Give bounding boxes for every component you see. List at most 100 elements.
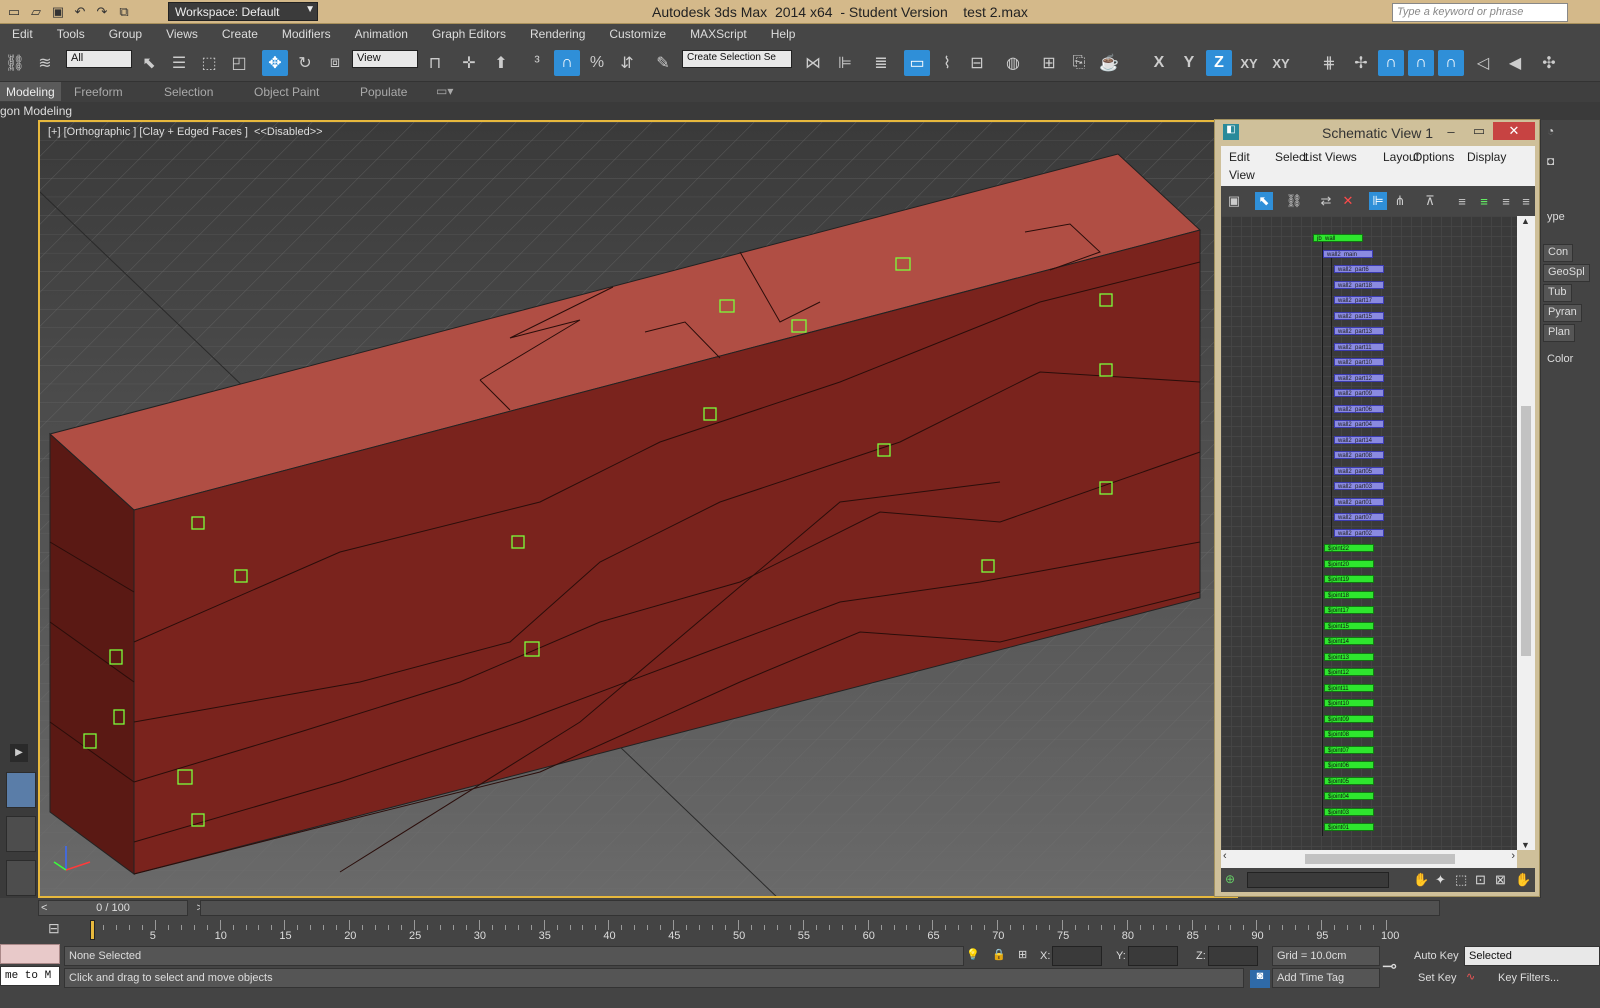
preferences-icon[interactable]: ⊼ [1421,192,1439,210]
align-right-icon[interactable]: ≡ [1497,192,1515,210]
pan-to-selected-icon[interactable]: ✋ [1515,872,1531,888]
schematic-node-joint[interactable]: $joint01 [1324,823,1374,831]
snap-face-icon[interactable]: ◀ [1502,50,1528,76]
curve-editor-icon[interactable]: ⌇ [934,50,960,76]
set-key-button[interactable]: Set Key [1418,972,1457,984]
create-plane-button[interactable]: Plan [1543,324,1576,342]
track-bar[interactable]: 5 10 15 20 25 30 35 40 45 50 55 60 65 70 75 80 85 90 95 100 [90,916,1440,942]
align-icon[interactable]: ⊫ [832,50,858,76]
lock-selection-icon[interactable]: 🔒 [992,948,1006,961]
schematic-node-joint[interactable]: $joint17 [1324,606,1374,614]
isolate-icon[interactable]: 💡 [966,948,980,961]
mini-curve-editor-icon[interactable]: ⊟ [48,920,60,937]
snap-3-icon[interactable]: ³ [524,50,550,76]
select-and-rotate-icon[interactable]: ↻ [292,50,318,76]
keyboard-shortcut-icon[interactable]: ⬆ [488,50,514,76]
material-editor-icon[interactable]: ◍ [1000,50,1026,76]
unlink-icon[interactable]: ≋ [32,50,58,76]
schematic-node-part[interactable]: wall2_part02 [1334,528,1384,537]
schematic-node-part[interactable]: wall2_part05 [1334,466,1384,475]
schematic-menu-options[interactable]: Options [1413,150,1454,164]
rendered-frame-icon[interactable]: ⎘ [1066,50,1092,76]
delete-objects-icon[interactable]: ✕ [1339,192,1357,210]
select-and-move-icon[interactable]: ✥ [262,50,288,76]
schematic-view-window[interactable]: ◧ Schematic View 1 – ▭ ✕ Edit Select Lis… [1214,119,1540,897]
schematic-graph-canvas[interactable]: jb_wall wall2_main wall2_part6 wall2_part18… [1221,216,1517,850]
zoom-extents-icon[interactable]: ⊡ [1475,872,1486,888]
link-icon[interactable]: ⛓ [2,50,28,76]
axis-xy-button[interactable]: XY [1236,50,1262,76]
align-center-icon[interactable]: ≡ [1475,192,1493,210]
menu-group[interactable]: Group [97,24,154,44]
tab-selection[interactable]: Selection [164,85,213,99]
schematic-node-part[interactable]: wall2_part12 [1334,373,1384,382]
schematic-node-part[interactable]: wall2_part06 [1334,404,1384,413]
hierarchy-mode-icon[interactable]: ⊫ [1369,192,1387,210]
panel-camera-icon[interactable]: ◘ [1547,154,1554,168]
edit-named-selection-icon[interactable]: ✎ [650,50,676,76]
select-by-name-icon[interactable]: ☰ [166,50,192,76]
select-and-scale-icon[interactable]: ⧈ [322,50,348,76]
pan-icon[interactable]: ✋ [1413,872,1429,888]
create-tube-button[interactable]: Tub [1543,284,1572,302]
schematic-node-joint[interactable]: $joint12 [1324,668,1374,676]
schematic-node-joint[interactable]: $joint19 [1324,575,1374,583]
schematic-node-part[interactable]: wall2_part11 [1334,342,1384,351]
schematic-node-part[interactable]: wall2_part07 [1334,513,1384,521]
render-setup-icon[interactable]: ⊞ [1036,50,1062,76]
schematic-node-part[interactable]: wall2_part18 [1334,280,1384,289]
maximize-icon[interactable]: ▭ [1465,122,1493,140]
set-key-mode-icon[interactable]: ⊸ [1382,956,1397,977]
search-input[interactable]: Type a keyword or phrase [1392,3,1568,22]
viewport-layout-split[interactable] [6,816,36,852]
auto-key-button[interactable]: Auto Key [1414,950,1459,962]
snap-edge-icon[interactable]: ◁ [1470,50,1496,76]
snap-pivot-icon[interactable]: ✢ [1348,50,1374,76]
schematic-node-joint[interactable]: $joint10 [1324,699,1374,707]
tab-modeling[interactable]: Modeling [0,82,61,101]
panel-display-icon[interactable]: ◔ [1547,124,1554,138]
align-top-icon[interactable]: ≡ [1517,192,1535,210]
scroll-down-icon[interactable]: ▼ [1521,840,1530,850]
schematic-node-joint[interactable]: $joint05 [1324,776,1374,785]
schematic-search-icon[interactable]: ⊕ [1225,872,1235,886]
time-prev-icon[interactable]: < [41,901,47,915]
viewport-layout-single[interactable] [6,772,36,808]
schematic-node-part[interactable]: wall2_part08 [1334,451,1384,459]
schematic-horizontal-scrollbar[interactable]: ‹ › [1221,850,1517,868]
named-selection-dropdown[interactable]: Create Selection Se [682,50,792,68]
close-icon[interactable]: ✕ [1493,122,1535,140]
polygon-modeling-panel-label[interactable]: gon Modeling [0,104,72,118]
new-file-icon[interactable]: ▭ [4,2,24,22]
save-icon[interactable]: ▣ [48,2,68,22]
zoom-region-icon[interactable]: ⬚ [1455,872,1467,888]
schematic-node-joint[interactable]: $joint04 [1324,792,1374,800]
schematic-node-joint[interactable]: $joint13 [1324,652,1374,661]
undo-icon[interactable]: ↶ [70,2,90,22]
layer-manager-icon[interactable]: ≣ [868,50,894,76]
schematic-menu-edit[interactable]: Edit [1229,150,1250,164]
reference-coordinate-dropdown[interactable]: View [352,50,418,68]
time-slider[interactable]: < 0 / 100 > [38,900,203,916]
time-tag-icon[interactable]: ◙ [1250,970,1270,988]
schematic-node-joint[interactable]: $joint06 [1324,761,1374,769]
schematic-node-part[interactable]: wall2_part6 [1334,265,1384,273]
connect-icon[interactable]: ⛓ [1285,192,1303,210]
tab-freeform[interactable]: Freeform [74,85,123,99]
schematic-node-joint[interactable]: $joint22 [1324,544,1374,552]
schematic-node-part[interactable]: wall2_part04 [1334,420,1384,428]
schematic-menu-view[interactable]: View [1229,168,1255,182]
time-slider-track[interactable] [200,900,1440,916]
menu-customize[interactable]: Customize [597,24,678,44]
workspace-dropdown[interactable]: Workspace: Default ▼ [168,2,318,21]
axis-y-button[interactable]: Y [1176,50,1202,76]
scroll-up-icon[interactable]: ▲ [1521,216,1530,226]
redo-icon[interactable]: ↷ [92,2,112,22]
graphite-ribbon-icon[interactable]: ▭ [904,50,930,76]
ribbon-options-icon[interactable]: ▭▾ [436,84,453,98]
current-frame-marker[interactable] [90,920,95,940]
menu-animation[interactable]: Animation [343,24,420,44]
key-curve-icon[interactable]: ∿ [1466,970,1475,983]
select-icon[interactable]: ⬉ [1255,192,1273,210]
render-production-icon[interactable]: ☕ [1096,50,1122,76]
